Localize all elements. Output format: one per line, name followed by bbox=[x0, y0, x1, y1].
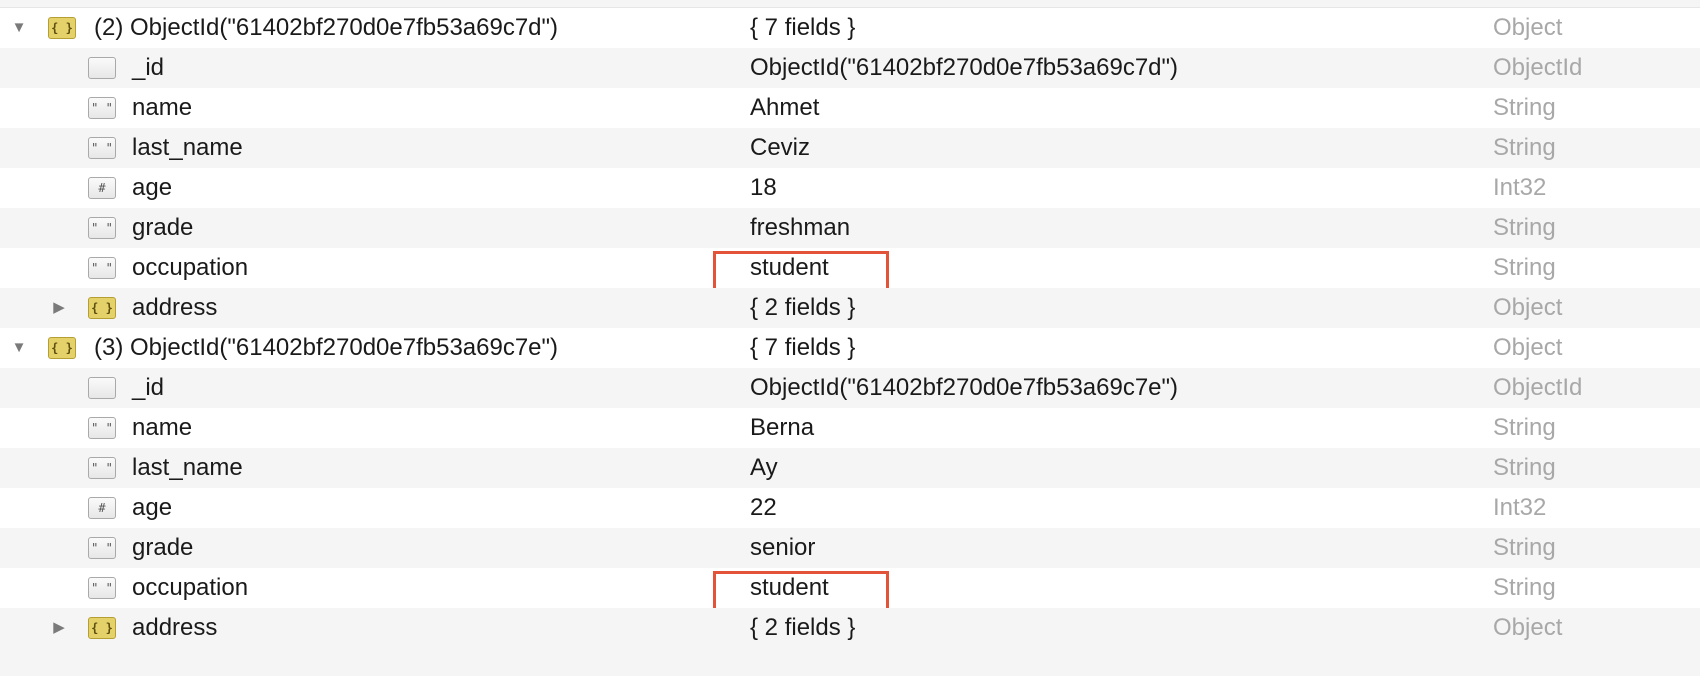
field-row-name[interactable]: " " name Berna String bbox=[0, 408, 1700, 448]
field-row-occupation[interactable]: " " occupation student String bbox=[0, 568, 1700, 611]
field-type: ObjectId bbox=[1493, 374, 1583, 401]
string-icon: " " bbox=[88, 137, 116, 159]
previous-row-edge bbox=[0, 0, 1700, 8]
field-type: String bbox=[1493, 534, 1556, 561]
object-icon: { } bbox=[48, 17, 76, 39]
field-type: String bbox=[1493, 134, 1556, 161]
document-row[interactable]: ▼ { } (3) ObjectId("61402bf270d0e7fb53a6… bbox=[0, 328, 1700, 368]
field-type: String bbox=[1493, 254, 1556, 281]
triangle-down-icon[interactable]: ▼ bbox=[9, 328, 29, 368]
field-row-occupation[interactable]: " " occupation student String bbox=[0, 248, 1700, 291]
field-row-last-name[interactable]: " " last_name Ceviz String bbox=[0, 128, 1700, 168]
objectid-icon bbox=[88, 377, 116, 399]
number-icon: # bbox=[88, 497, 116, 519]
field-type: String bbox=[1493, 94, 1556, 121]
field-value[interactable]: student bbox=[750, 248, 829, 288]
document-value: { 7 fields } bbox=[750, 14, 856, 41]
document-key: (2) ObjectId("61402bf270d0e7fb53a69c7d") bbox=[94, 14, 559, 41]
field-type: Object bbox=[1493, 294, 1563, 321]
field-type: String bbox=[1493, 454, 1556, 481]
field-type: Object bbox=[1493, 614, 1563, 641]
field-type: String bbox=[1493, 414, 1556, 441]
field-key: grade bbox=[132, 534, 194, 561]
field-value[interactable]: ObjectId("61402bf270d0e7fb53a69c7e") bbox=[750, 368, 1178, 408]
field-key: name bbox=[132, 94, 193, 121]
document-type: Object bbox=[1493, 334, 1563, 361]
field-value[interactable]: 18 bbox=[750, 168, 777, 208]
empty-row bbox=[0, 648, 1700, 676]
string-icon: " " bbox=[88, 457, 116, 479]
field-key: occupation bbox=[132, 574, 249, 601]
document-row[interactable]: ▼ { } (2) ObjectId("61402bf270d0e7fb53a6… bbox=[0, 8, 1700, 48]
object-icon: { } bbox=[88, 297, 116, 319]
field-key: last_name bbox=[132, 454, 243, 481]
field-value[interactable]: freshman bbox=[750, 208, 850, 248]
string-icon: " " bbox=[88, 417, 116, 439]
document-value: { 7 fields } bbox=[750, 334, 856, 361]
field-row-age[interactable]: # age 22 Int32 bbox=[0, 488, 1700, 528]
triangle-right-icon[interactable]: ▶ bbox=[49, 288, 69, 328]
field-type: String bbox=[1493, 214, 1556, 241]
field-value[interactable]: Ahmet bbox=[750, 88, 819, 128]
field-type: ObjectId bbox=[1493, 54, 1583, 81]
string-icon: " " bbox=[88, 577, 116, 599]
objectid-icon bbox=[88, 57, 116, 79]
field-type: Int32 bbox=[1493, 494, 1547, 521]
field-type: Int32 bbox=[1493, 174, 1547, 201]
field-key: _id bbox=[132, 54, 165, 81]
field-key: last_name bbox=[132, 134, 243, 161]
field-key: occupation bbox=[132, 254, 249, 281]
field-key: age bbox=[132, 174, 173, 201]
field-row-id[interactable]: _id ObjectId("61402bf270d0e7fb53a69c7e")… bbox=[0, 368, 1700, 408]
field-value[interactable]: Ay bbox=[750, 448, 778, 488]
field-value[interactable]: Berna bbox=[750, 408, 814, 448]
field-row-last-name[interactable]: " " last_name Ay String bbox=[0, 448, 1700, 488]
field-key: address bbox=[132, 294, 218, 321]
field-key: address bbox=[132, 614, 218, 641]
field-key: name bbox=[132, 414, 193, 441]
field-value[interactable]: 22 bbox=[750, 488, 777, 528]
field-value: { 2 fields } bbox=[750, 614, 856, 641]
string-icon: " " bbox=[88, 257, 116, 279]
field-row-grade[interactable]: " " grade senior String bbox=[0, 528, 1700, 568]
field-row-address[interactable]: ▶ { } address { 2 fields } Object bbox=[0, 288, 1700, 328]
field-row-grade[interactable]: " " grade freshman String bbox=[0, 208, 1700, 248]
object-icon: { } bbox=[88, 617, 116, 639]
field-key: grade bbox=[132, 214, 194, 241]
field-row-age[interactable]: # age 18 Int32 bbox=[0, 168, 1700, 208]
field-value[interactable]: student bbox=[750, 568, 829, 608]
field-key: age bbox=[132, 494, 173, 521]
field-key: _id bbox=[132, 374, 165, 401]
field-value[interactable]: senior bbox=[750, 528, 815, 568]
document-key: (3) ObjectId("61402bf270d0e7fb53a69c7e") bbox=[94, 334, 559, 361]
string-icon: " " bbox=[88, 217, 116, 239]
string-icon: " " bbox=[88, 97, 116, 119]
triangle-down-icon[interactable]: ▼ bbox=[9, 8, 29, 48]
number-icon: # bbox=[88, 177, 116, 199]
document-type: Object bbox=[1493, 14, 1563, 41]
string-icon: " " bbox=[88, 537, 116, 559]
field-value: { 2 fields } bbox=[750, 294, 856, 321]
document-tree: ▼ { } (2) ObjectId("61402bf270d0e7fb53a6… bbox=[0, 0, 1700, 676]
field-row-id[interactable]: _id ObjectId("61402bf270d0e7fb53a69c7d")… bbox=[0, 48, 1700, 88]
field-row-name[interactable]: " " name Ahmet String bbox=[0, 88, 1700, 128]
triangle-right-icon[interactable]: ▶ bbox=[49, 608, 69, 648]
object-icon: { } bbox=[48, 337, 76, 359]
field-value[interactable]: ObjectId("61402bf270d0e7fb53a69c7d") bbox=[750, 48, 1178, 88]
field-value[interactable]: Ceviz bbox=[750, 128, 810, 168]
field-row-address[interactable]: ▶ { } address { 2 fields } Object bbox=[0, 608, 1700, 648]
field-type: String bbox=[1493, 574, 1556, 601]
